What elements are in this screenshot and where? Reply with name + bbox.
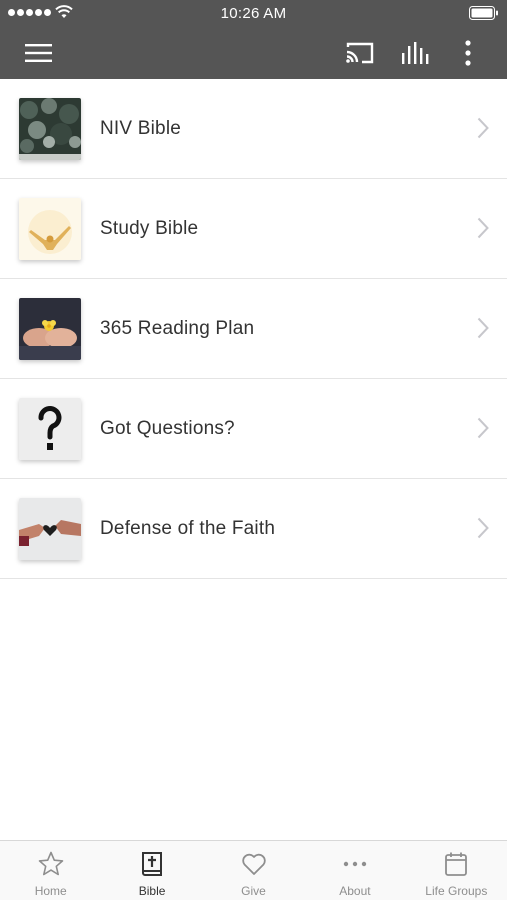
more-options-button[interactable] — [450, 27, 486, 79]
ellipsis-icon — [343, 861, 367, 867]
audio-button[interactable] — [393, 27, 439, 79]
more-vertical-icon — [465, 40, 471, 66]
tab-bible[interactable]: Bible — [101, 841, 202, 900]
hands-heart-thumbnail — [19, 498, 81, 560]
equalizer-icon — [402, 42, 429, 64]
forest-thumbnail — [19, 98, 81, 160]
tab-home[interactable]: Home — [0, 841, 101, 900]
heart-icon — [241, 853, 266, 875]
battery-icon — [469, 6, 498, 20]
list-item-label: NIV Bible — [100, 118, 182, 139]
tab-label: Give — [241, 884, 266, 898]
list-item-niv-bible[interactable]: NIV Bible — [0, 79, 507, 179]
chevron-right-icon — [477, 417, 489, 439]
chevron-right-icon — [477, 317, 489, 339]
tab-label: Bible — [138, 884, 166, 898]
list-item-label: Got Questions? — [100, 418, 235, 439]
menu-button[interactable] — [14, 27, 64, 79]
calendar-icon — [445, 852, 468, 876]
list-item-got-questions[interactable]: Got Questions? — [0, 379, 507, 479]
chevron-right-icon — [477, 117, 489, 139]
list-item-label: 365 Reading Plan — [100, 318, 255, 339]
open-hands-flower-thumbnail — [19, 298, 81, 360]
tab-label: Home — [34, 884, 67, 898]
raised-arms-thumbnail — [19, 198, 81, 260]
list-item-365-reading-plan[interactable]: 365 Reading Plan — [0, 279, 507, 379]
cast-button[interactable] — [337, 27, 383, 79]
list-item-label: Defense of the Faith — [100, 518, 276, 539]
tab-label: About — [339, 884, 371, 898]
chevron-right-icon — [477, 517, 489, 539]
cast-icon — [346, 42, 374, 64]
tab-about[interactable]: About — [304, 841, 405, 900]
status-time: 10:26 AM — [220, 5, 287, 22]
star-icon — [38, 851, 64, 876]
status-bar: 10:26 AM — [0, 0, 507, 27]
content-list: NIV Bible Study Bible 365 Reading Plan G… — [0, 79, 507, 579]
app-bar — [0, 27, 507, 79]
list-item-study-bible[interactable]: Study Bible — [0, 179, 507, 279]
question-mark-thumbnail — [19, 398, 81, 460]
tab-give[interactable]: Give — [203, 841, 304, 900]
tab-label: Life Groups — [425, 884, 488, 898]
menu-icon — [25, 44, 52, 62]
list-item-defense-of-the-faith[interactable]: Defense of the Faith — [0, 479, 507, 579]
bible-icon — [142, 852, 163, 876]
list-item-label: Study Bible — [100, 218, 199, 239]
tab-life-groups[interactable]: Life Groups — [406, 841, 507, 900]
tab-bar: Home Bible Give About Life Groups — [0, 840, 507, 900]
chevron-right-icon — [477, 217, 489, 239]
